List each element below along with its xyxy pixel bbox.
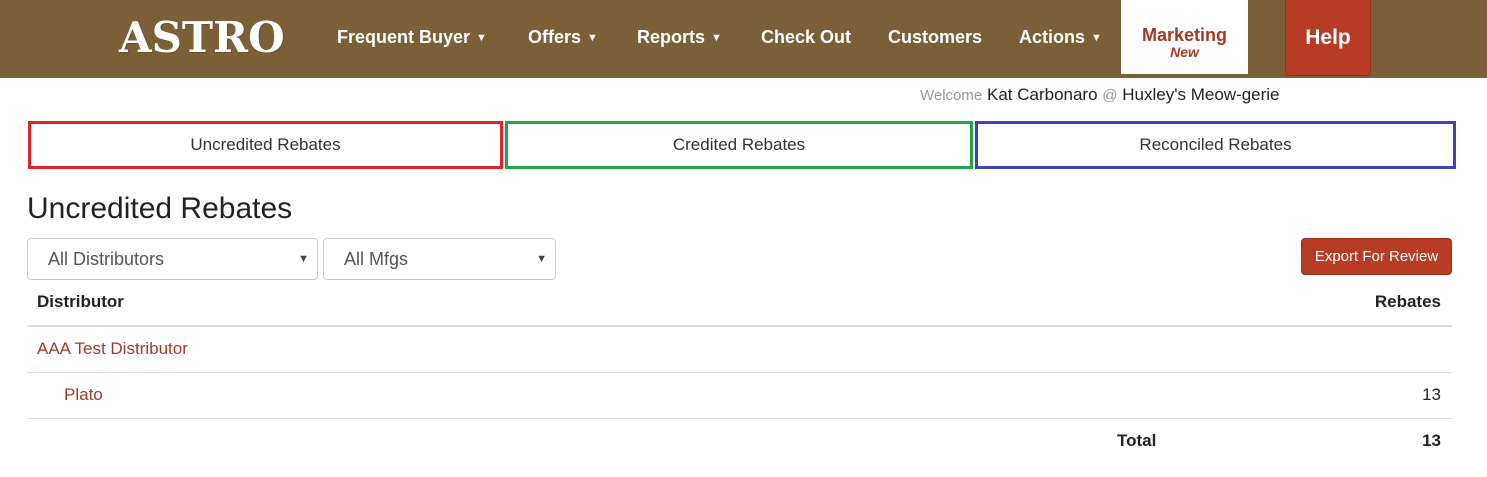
astro-logo[interactable]: ASTRO [119,14,285,62]
nav-actions[interactable]: Actions ▼ [1019,0,1102,74]
tab-reconciled-rebates[interactable]: Reconciled Rebates [975,121,1456,169]
nav-check-out[interactable]: Check Out [761,0,851,74]
caret-down-icon: ▼ [298,253,309,265]
welcome-line: Welcome Kat Carbonaro @ Huxley's Meow-ge… [920,84,1280,106]
total-row: Total 13 [27,419,1452,465]
nav-customers-label: Customers [888,27,983,47]
nav-frequent-buyer-label: Frequent Buyer [337,27,471,47]
page-title: Uncredited Rebates [27,192,293,225]
manufacturer-select-value: All Mfgs [344,249,409,269]
nav-offers-label: Offers [528,27,582,47]
nav-reports-label: Reports [637,27,706,47]
welcome-user: Kat Carbonaro [986,85,1098,104]
nav-check-out-label: Check Out [761,27,852,47]
caret-down-icon: ▼ [1091,32,1102,44]
total-value: 13 [1422,431,1441,450]
distributor-select-value: All Distributors [48,249,165,269]
caret-down-icon: ▼ [587,32,598,44]
table-row: Plato 13 [27,373,1452,419]
table-row: AAA Test Distributor [27,327,1452,373]
manufacturer-link[interactable]: Plato [64,385,103,405]
nav-actions-label: Actions [1019,27,1086,47]
distributor-link[interactable]: AAA Test Distributor [37,339,188,359]
caret-down-icon: ▼ [536,253,547,265]
nav-marketing[interactable]: Marketing New [1121,0,1248,74]
welcome-store: Huxley's Meow-gerie [1122,85,1280,104]
nav-offers[interactable]: Offers ▼ [528,0,598,74]
welcome-prefix: Welcome [920,87,983,104]
nav-reports[interactable]: Reports ▼ [637,0,722,74]
distributor-select[interactable]: All Distributors ▼ [27,238,318,280]
new-badge: New [1170,44,1199,60]
tab-credited-rebates[interactable]: Credited Rebates [505,121,973,169]
help-button[interactable]: Help [1285,0,1371,76]
welcome-at: @ [1102,87,1118,104]
column-header-rebates: Rebates [1374,292,1441,311]
rebate-count: 13 [1422,385,1441,404]
total-label: Total [1117,431,1157,450]
caret-down-icon: ▼ [711,32,722,44]
export-for-review-button[interactable]: Export For Review [1301,238,1452,275]
top-navbar: ASTRO Frequent Buyer ▼ Offers ▼ Reports ▼ C… [0,0,1487,78]
column-header-distributor: Distributor [37,292,124,311]
manufacturer-select[interactable]: All Mfgs ▼ [323,238,556,280]
nav-customers[interactable]: Customers [888,0,982,74]
nav-frequent-buyer[interactable]: Frequent Buyer ▼ [337,0,487,74]
tab-uncredited-rebates[interactable]: Uncredited Rebates [28,121,503,169]
nav-marketing-label: Marketing [1141,25,1228,45]
caret-down-icon: ▼ [476,32,487,44]
